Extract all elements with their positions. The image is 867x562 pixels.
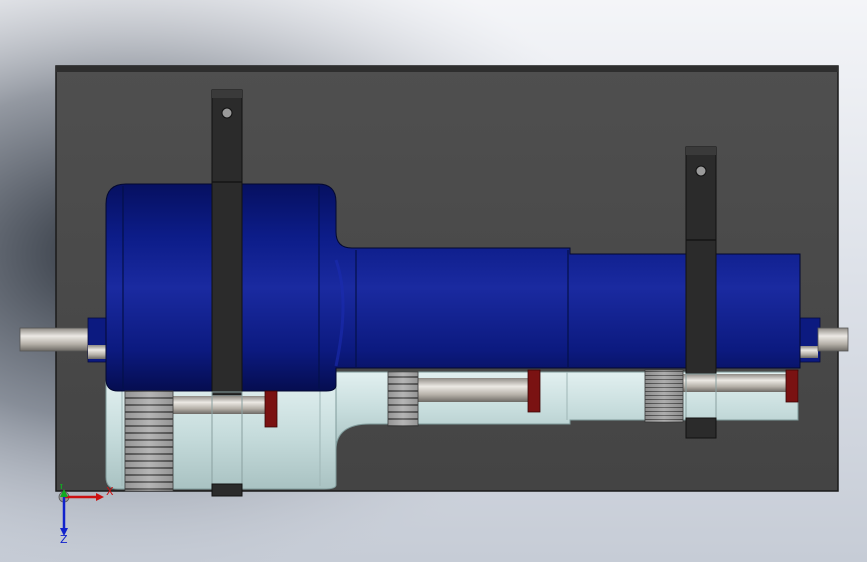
gearbox-model[interactable]	[0, 0, 867, 562]
axis-z-label: Z	[60, 533, 68, 544]
orientation-triad[interactable]: X Y Z	[52, 479, 122, 546]
gear-stage-3[interactable]	[644, 369, 684, 423]
axis-triad-icon: X Y Z	[57, 479, 114, 546]
cad-viewport[interactable]	[0, 0, 867, 562]
axis-x-label: X	[106, 485, 114, 498]
bolt-hole-icon	[221, 107, 233, 119]
bolt-hole-icon	[695, 165, 707, 177]
gear-stage-2[interactable]	[387, 371, 419, 427]
axis-y-label: Y	[57, 484, 65, 492]
gear-stage-1[interactable]	[124, 390, 174, 492]
